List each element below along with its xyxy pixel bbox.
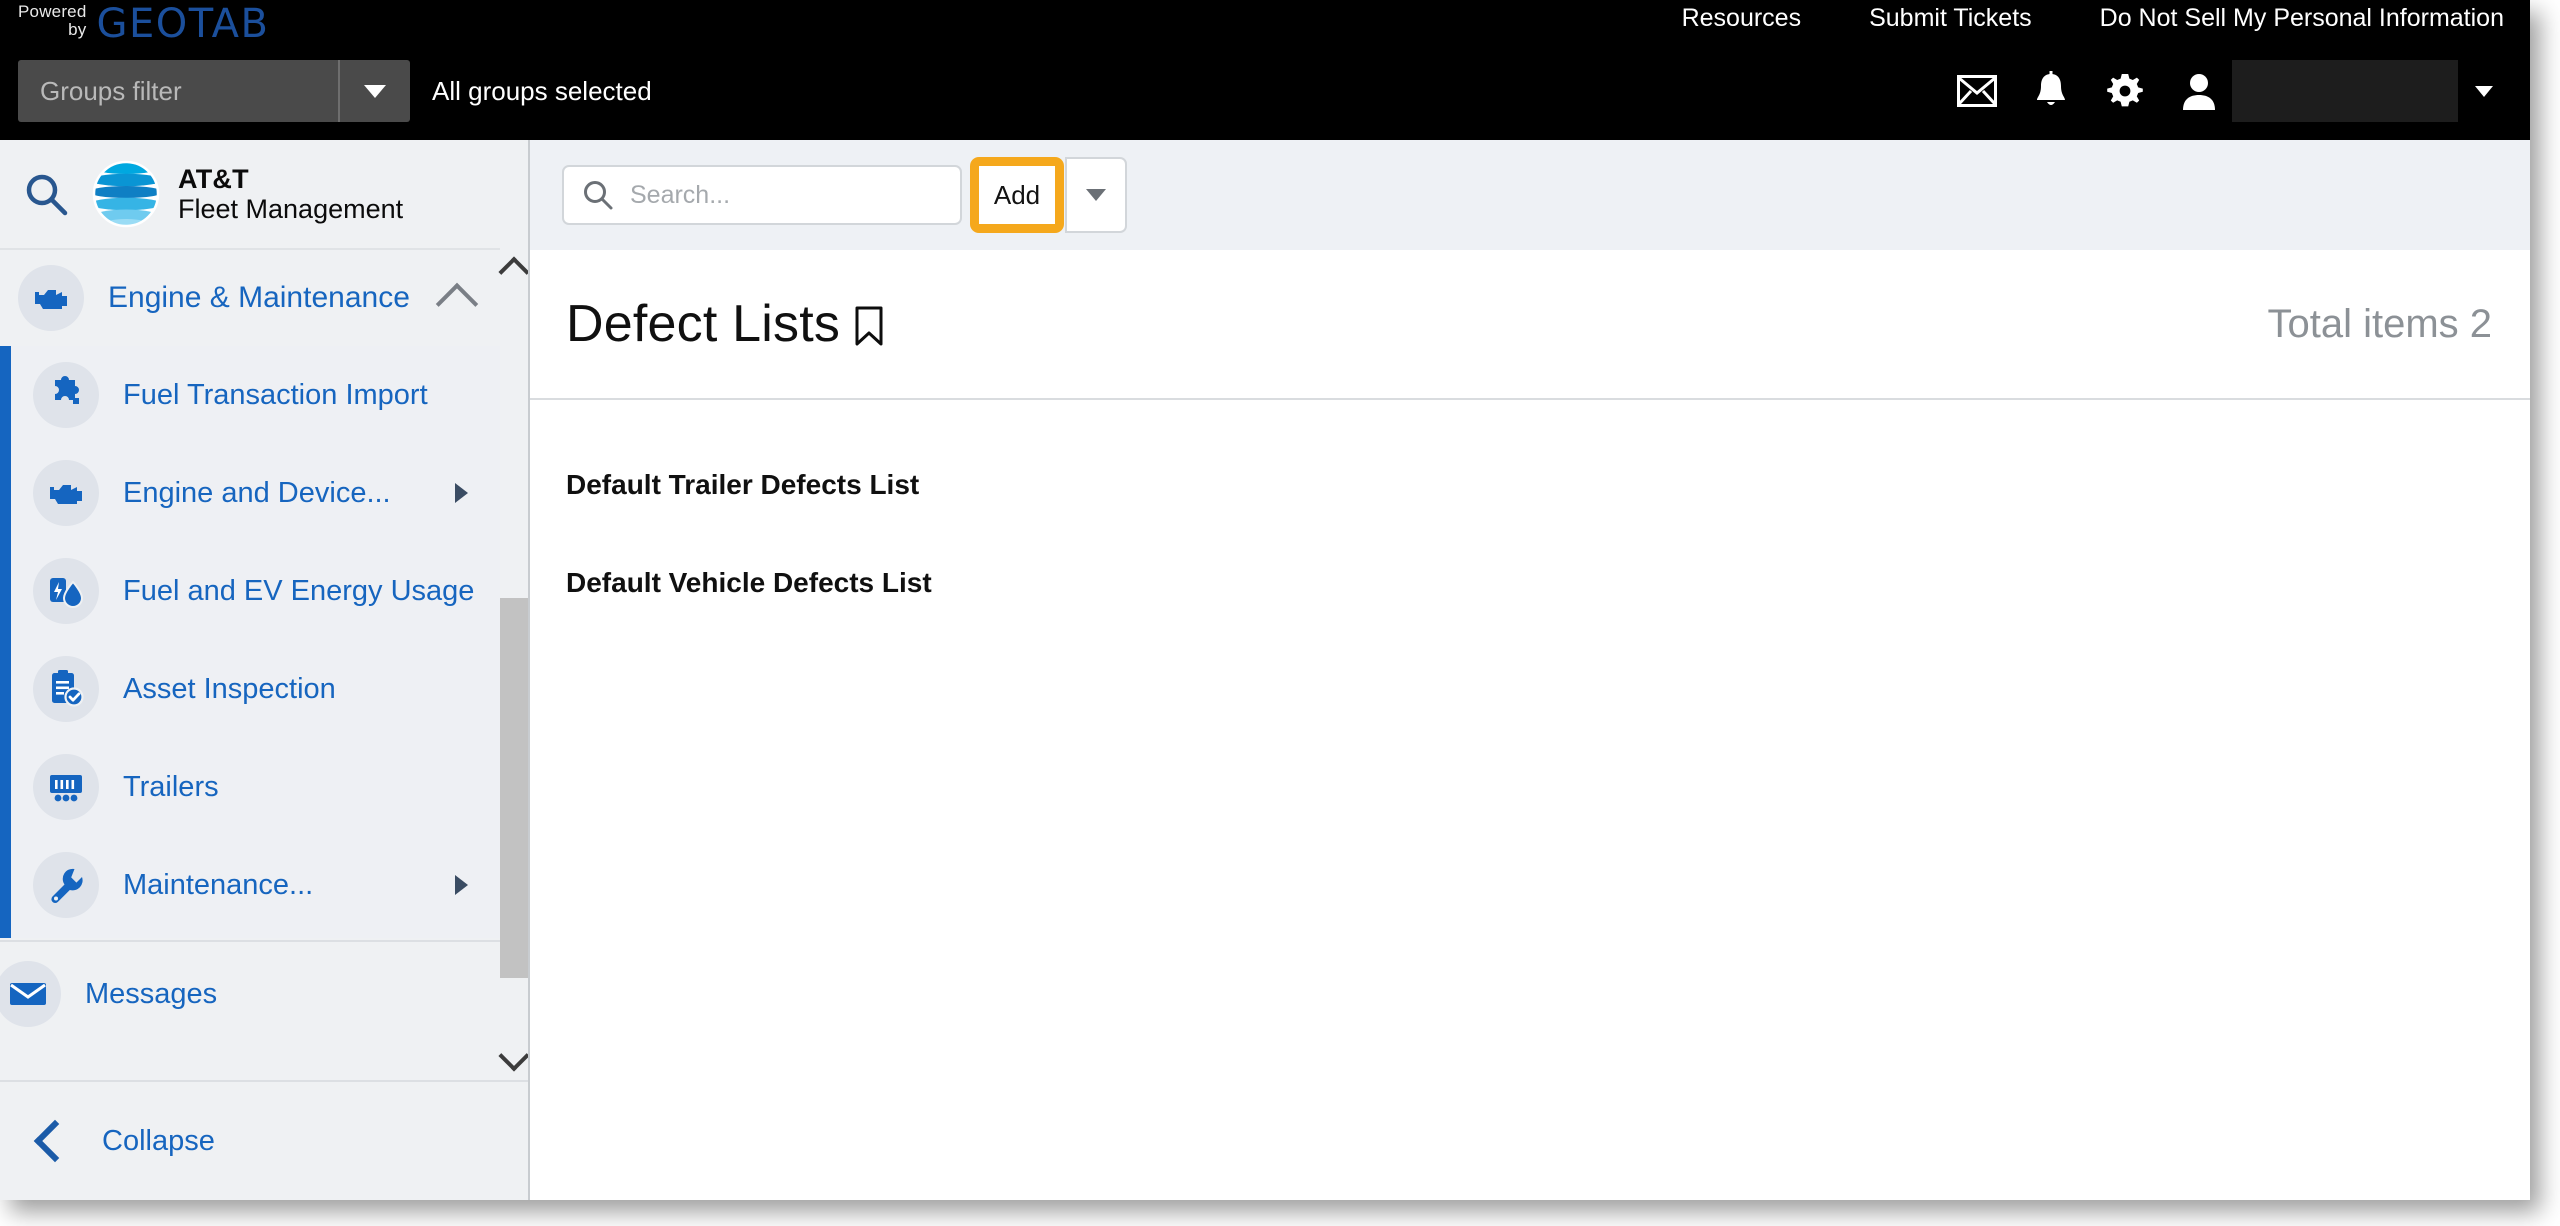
sidebar-item-asset-inspection[interactable]: Asset Inspection	[11, 640, 500, 738]
by-text: by	[68, 20, 87, 40]
link-do-not-sell[interactable]: Do Not Sell My Personal Information	[2100, 4, 2504, 33]
sidebar-item-label: Fuel and EV Energy Usage	[123, 574, 475, 607]
chevron-down-icon	[498, 1040, 528, 1072]
scrollbar-thumb[interactable]	[500, 598, 528, 978]
table-row[interactable]: Default Vehicle Defects List	[530, 534, 2530, 632]
groups-filter-caret[interactable]	[338, 60, 410, 122]
scroll-up-button[interactable]	[498, 248, 528, 288]
sidebar-group-label: Engine & Maintenance	[108, 281, 410, 314]
add-button[interactable]: Add	[979, 166, 1055, 224]
sidebar-item-label: Maintenance...	[123, 868, 314, 901]
sidebar-header: AT&T Fleet Management	[0, 140, 528, 248]
sidebar-item-fuel-transaction-import[interactable]: Fuel Transaction Import	[11, 346, 500, 444]
geotab-wordmark: GEOTAB	[96, 1, 270, 47]
chevron-left-icon	[33, 1119, 77, 1163]
main-content: Search... Add Defect Lists Total items 2	[530, 140, 2530, 1200]
user-icon[interactable]	[2162, 58, 2236, 124]
header-icon-group	[1940, 58, 2510, 124]
add-button-highlight: Add	[970, 157, 1064, 233]
scroll-down-button[interactable]	[498, 1040, 528, 1080]
sidebar-item-engine-and-device[interactable]: Engine and Device...	[11, 444, 500, 542]
sidebar-nav: Engine & Maintenance Fuel Transaction Im…	[0, 248, 500, 1080]
search-input[interactable]: Search...	[562, 165, 962, 225]
global-header: Powered by GEOTAB Groups filter All grou…	[0, 0, 2530, 140]
groups-selected-label: All groups selected	[432, 75, 652, 106]
sidebar-item-label: Fuel Transaction Import	[123, 378, 428, 411]
sidebar-submenu: Fuel Transaction Import Engine and Devic…	[0, 346, 500, 938]
header-links: Resources Submit Tickets Do Not Sell My …	[1682, 4, 2504, 33]
att-brand-line2: Fleet Management	[178, 194, 404, 224]
body-container: AT&T Fleet Management Engine & Maintenan…	[0, 140, 2530, 1200]
bell-icon[interactable]	[2014, 58, 2088, 124]
chevron-down-icon	[2475, 85, 2493, 97]
chevron-right-icon	[455, 483, 468, 503]
puzzle-icon	[33, 362, 99, 428]
content-toolbar: Search... Add	[530, 140, 2530, 250]
chevron-down-icon	[364, 84, 386, 98]
link-submit-tickets[interactable]: Submit Tickets	[1869, 4, 2032, 33]
defect-list-name: Default Vehicle Defects List	[566, 567, 932, 598]
table-row[interactable]: Default Trailer Defects List	[530, 436, 2530, 534]
page-title: Defect Lists	[566, 295, 841, 353]
chevron-up-icon	[498, 256, 528, 288]
chevron-right-icon	[455, 875, 468, 895]
sidebar-item-label: Engine and Device...	[123, 476, 391, 509]
defect-lists-table: Default Trailer Defects List Default Veh…	[530, 400, 2530, 1200]
total-items-label: Total items 2	[2267, 301, 2492, 346]
envelope-icon	[0, 961, 61, 1027]
sidebar-scrollbar[interactable]	[498, 248, 528, 1080]
trailer-icon	[33, 754, 99, 820]
chevron-down-icon	[1086, 189, 1106, 201]
add-dropdown-button[interactable]	[1065, 157, 1127, 233]
search-placeholder: Search...	[630, 180, 731, 209]
defect-list-name: Default Trailer Defects List	[566, 469, 920, 500]
sidebar-search-button[interactable]	[0, 171, 92, 217]
sidebar-item-maintenance[interactable]: Maintenance...	[11, 836, 500, 934]
page-header: Defect Lists Total items 2	[530, 250, 2530, 400]
sidebar-item-label: Asset Inspection	[123, 672, 336, 705]
chevron-up-icon[interactable]	[435, 282, 479, 326]
groups-filter-dropdown[interactable]: Groups filter	[18, 60, 410, 122]
sidebar-item-fuel-and-ev-energy-usage[interactable]: Fuel and EV Energy Usage	[11, 542, 500, 640]
application-window: Powered by GEOTAB Groups filter All grou…	[0, 0, 2530, 1200]
att-brand: AT&T Fleet Management	[92, 160, 403, 228]
sidebar-group-engine-maintenance[interactable]: Engine & Maintenance	[0, 248, 500, 346]
sidebar-item-label: Messages	[85, 977, 218, 1010]
att-globe-icon	[92, 160, 160, 228]
sidebar-item-label: Trailers	[123, 770, 219, 803]
geotab-logo: Powered by GEOTAB	[18, 1, 270, 47]
collapse-label: Collapse	[102, 1124, 215, 1157]
link-resources[interactable]: Resources	[1682, 4, 1802, 33]
sidebar-collapse-button[interactable]: Collapse	[0, 1080, 528, 1200]
wrench-icon	[33, 852, 99, 918]
powered-text: Powered	[18, 2, 87, 22]
sidebar-scroll-area: Engine & Maintenance Fuel Transaction Im…	[0, 248, 528, 1080]
gear-icon[interactable]	[2088, 58, 2162, 124]
sidebar-item-messages[interactable]: Messages	[0, 942, 500, 1046]
search-icon	[26, 174, 68, 216]
groups-filter-area: Groups filter All groups selected	[18, 60, 652, 122]
sidebar: AT&T Fleet Management Engine & Maintenan…	[0, 140, 530, 1200]
mail-icon[interactable]	[1940, 58, 2014, 124]
engine-icon	[33, 460, 99, 526]
search-icon	[584, 181, 613, 210]
user-name-redacted[interactable]	[2232, 60, 2458, 122]
clipboard-check-icon	[33, 656, 99, 722]
scrollbar-track[interactable]	[500, 288, 528, 1040]
engine-icon	[18, 265, 84, 331]
sidebar-item-trailers[interactable]: Trailers	[11, 738, 500, 836]
fuel-ev-icon	[33, 558, 99, 624]
att-brand-line1: AT&T	[178, 163, 249, 194]
groups-filter-input[interactable]: Groups filter	[18, 60, 338, 122]
user-menu-caret[interactable]	[2458, 60, 2510, 122]
bookmark-icon[interactable]	[854, 306, 884, 351]
